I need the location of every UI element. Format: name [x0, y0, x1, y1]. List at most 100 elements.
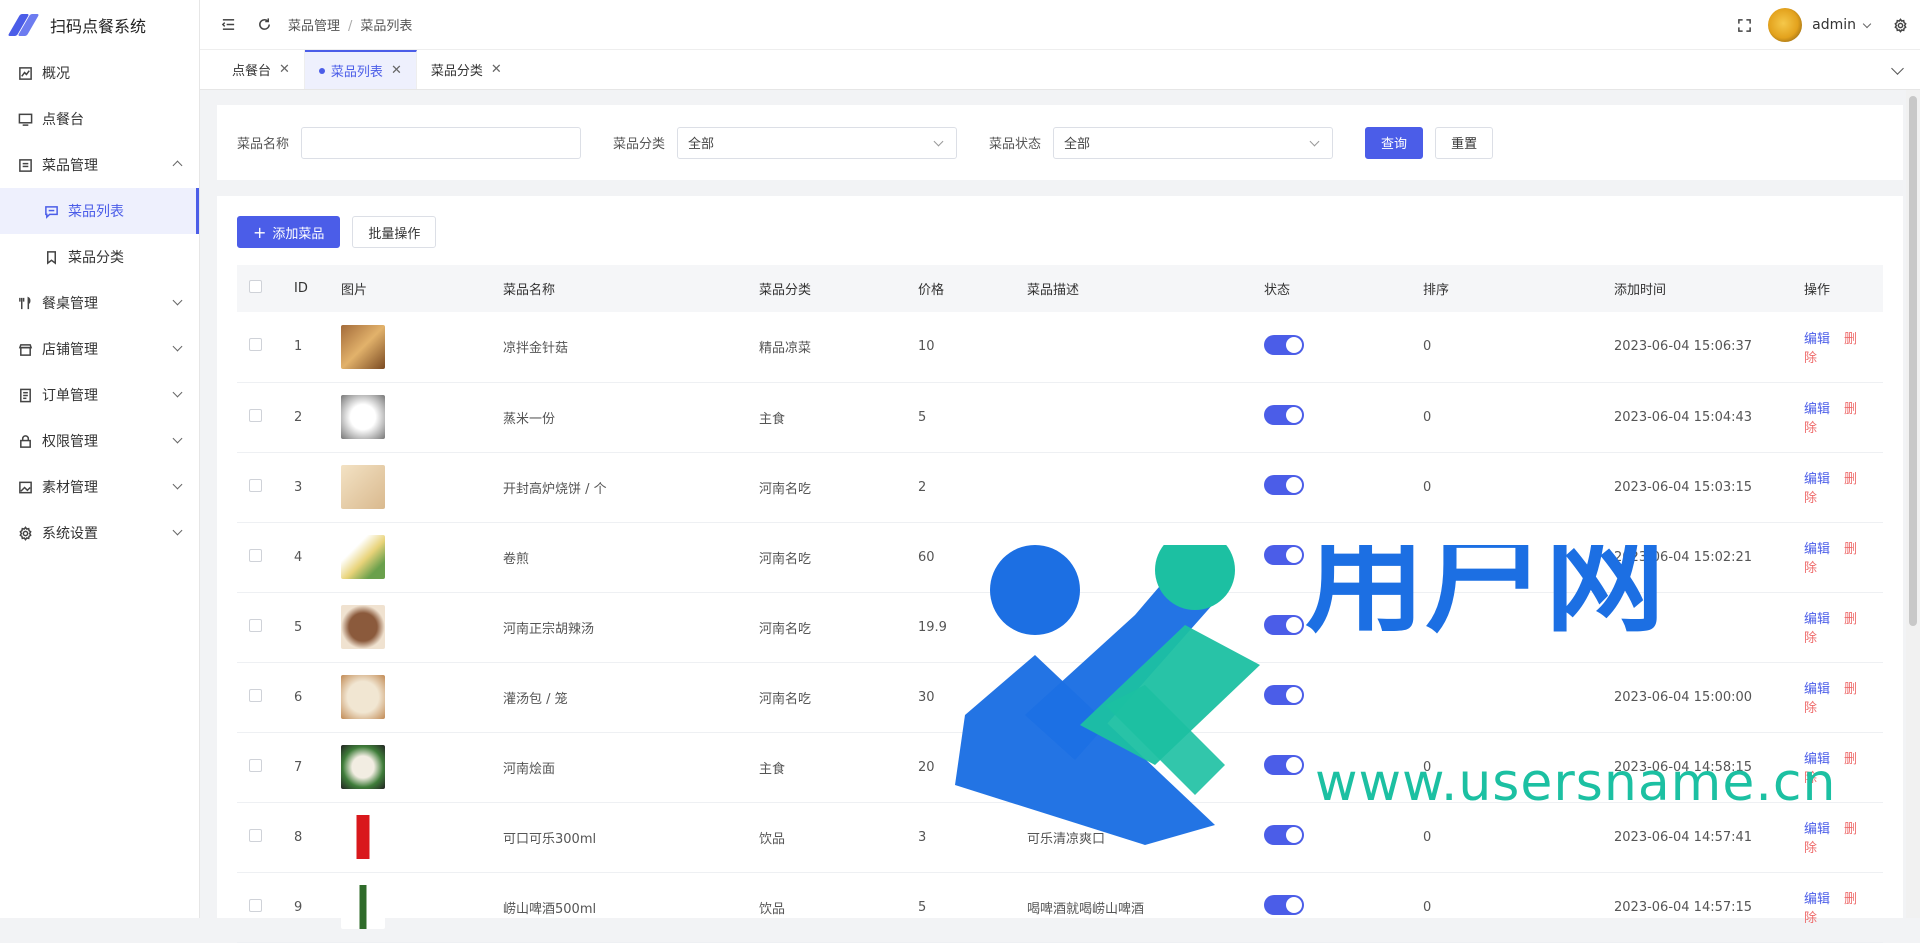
sidebar-item-system-settings[interactable]: 系统设置 [0, 510, 199, 556]
row-checkbox[interactable] [249, 618, 262, 632]
reset-button[interactable]: 重置 [1435, 126, 1494, 159]
breadcrumb-item: 菜品列表 [360, 19, 413, 34]
id-cell: 3 [294, 452, 341, 523]
sidebar-item-table-management[interactable]: 餐桌管理 [0, 280, 199, 326]
dish-image [341, 885, 385, 929]
row-checkbox[interactable] [249, 408, 262, 422]
status-toggle[interactable] [1264, 475, 1304, 495]
sort-cell [1423, 662, 1614, 733]
sidebar-item-order-desk[interactable]: 点餐台 [0, 96, 199, 142]
sort-cell: 0 [1423, 452, 1614, 523]
edit-link[interactable]: 编辑 [1804, 402, 1830, 417]
breadcrumb-item[interactable]: 菜品管理 [288, 19, 340, 34]
top-bar: 菜品管理 / 菜品列表 admin [200, 0, 1920, 50]
row-checkbox[interactable] [249, 758, 262, 772]
sidebar-item-permission-management[interactable]: 权限管理 [0, 418, 199, 464]
operation-cell: 编辑 删除 [1804, 732, 1883, 803]
dish-category-label: 菜品分类 [613, 137, 666, 152]
user-area: admin [1716, 0, 1908, 50]
select-all-checkbox[interactable] [249, 280, 262, 293]
name-cell: 蒸米一份 [503, 382, 759, 453]
chevron-down-icon[interactable] [1862, 19, 1872, 28]
sidebar-menu: 概况 点餐台 菜品管理 菜品列表 菜品分类 餐桌管理 店铺管理 订单管理 权限管… [0, 50, 199, 556]
row-checkbox[interactable] [249, 478, 262, 492]
select-all-cell [237, 265, 294, 312]
row-checkbox[interactable] [249, 338, 262, 352]
dish-status-select[interactable]: 全部 [1053, 126, 1334, 159]
sidebar-item-dish-management[interactable]: 菜品管理 [0, 142, 199, 188]
close-icon[interactable]: ✕ [491, 62, 502, 77]
query-button[interactable]: 查询 [1365, 126, 1424, 159]
breadcrumb: 菜品管理 / 菜品列表 [288, 15, 412, 34]
description-cell [1027, 732, 1264, 803]
description-cell [1027, 452, 1264, 523]
chevron-down-icon [172, 433, 183, 444]
edit-link[interactable]: 编辑 [1804, 332, 1830, 347]
close-icon[interactable]: ✕ [391, 63, 402, 78]
price-cell: 60 [918, 522, 1027, 593]
table-row: 5 河南正宗胡辣汤 河南名吃 19.9 编辑 删除 [237, 592, 1883, 663]
page-scrollbar[interactable] [1906, 90, 1920, 918]
add-dish-button[interactable]: + 添加菜品 [237, 216, 341, 248]
status-cell [1264, 592, 1423, 663]
edit-link[interactable]: 编辑 [1804, 752, 1830, 767]
name-cell: 河南正宗胡辣汤 [503, 592, 759, 663]
sidebar-item-shop-management[interactable]: 店铺管理 [0, 326, 199, 372]
status-toggle[interactable] [1264, 334, 1304, 355]
tab-label: 点餐台 [232, 64, 272, 79]
sidebar-item-overview[interactable]: 概况 [0, 50, 199, 96]
status-cell [1264, 452, 1423, 523]
id-cell: 1 [294, 312, 341, 383]
row-select-cell [237, 802, 294, 873]
status-toggle[interactable] [1264, 615, 1304, 635]
avatar[interactable] [1768, 8, 1803, 42]
table-row: 2 蒸米一份 主食 5 0 2023-06-04 15:04:43 编辑 删除 [237, 382, 1883, 453]
username[interactable]: admin [1812, 17, 1856, 33]
table-row: 3 开封高炉烧饼 / 个河南名吃 2 0 2023-06-04 15:03:15 编辑 删除 [237, 452, 1883, 523]
sidebar-item-dish-category[interactable]: 菜品分类 [0, 234, 199, 280]
status-toggle[interactable] [1264, 825, 1304, 845]
dish-category-select[interactable]: 全部 [677, 126, 958, 159]
sidebar-item-dish-list[interactable]: 菜品列表 [0, 188, 199, 234]
status-toggle[interactable] [1264, 895, 1304, 915]
status-cell [1264, 312, 1423, 383]
chevron-down-icon[interactable] [1891, 62, 1904, 75]
scrollbar-thumb[interactable] [1909, 96, 1917, 626]
status-toggle[interactable] [1264, 405, 1304, 425]
edit-link[interactable]: 编辑 [1804, 822, 1830, 837]
tab-order-desk[interactable]: 点餐台 ✕ [200, 50, 305, 89]
tab-dish-list[interactable]: 菜品列表 ✕ [304, 50, 417, 89]
close-icon[interactable]: ✕ [279, 62, 290, 77]
image-cell [341, 802, 503, 873]
status-toggle[interactable] [1264, 685, 1304, 705]
time-cell: 2023-06-04 15:06:37 [1614, 312, 1804, 383]
fork-knife-icon [17, 295, 33, 311]
sidebar-item-order-management[interactable]: 订单管理 [0, 372, 199, 418]
tab-label: 菜品列表 [330, 65, 383, 80]
edit-link[interactable]: 编辑 [1804, 892, 1830, 907]
status-cell [1264, 732, 1423, 803]
status-toggle[interactable] [1264, 755, 1304, 775]
fullscreen-icon[interactable] [1736, 17, 1752, 33]
edit-link[interactable]: 编辑 [1804, 682, 1830, 697]
price-cell: 20 [918, 732, 1027, 803]
row-checkbox[interactable] [249, 828, 262, 842]
table-row: 4 卷煎 河南名吃 60 2023-06-04 15:02:21 编辑 删除 [237, 522, 1883, 593]
edit-link[interactable]: 编辑 [1804, 612, 1830, 627]
tab-dish-category[interactable]: 菜品分类 ✕ [417, 50, 516, 89]
status-toggle[interactable] [1264, 545, 1304, 565]
edit-link[interactable]: 编辑 [1804, 472, 1830, 487]
refresh-icon[interactable] [256, 17, 272, 33]
row-checkbox[interactable] [249, 548, 262, 562]
batch-operation-button[interactable]: 批量操作 [352, 216, 437, 248]
collapse-menu-icon[interactable] [220, 17, 236, 33]
name-cell: 凉拌金针菇 [503, 312, 759, 383]
settings-icon[interactable] [1892, 17, 1908, 33]
sidebar-item-media-management[interactable]: 素材管理 [0, 464, 199, 510]
dish-name-input[interactable] [301, 126, 582, 159]
edit-link[interactable]: 编辑 [1804, 542, 1830, 557]
operation-cell: 编辑 删除 [1804, 592, 1883, 663]
row-checkbox[interactable] [249, 688, 262, 702]
chevron-down-icon [172, 341, 183, 352]
row-checkbox[interactable] [249, 898, 262, 912]
